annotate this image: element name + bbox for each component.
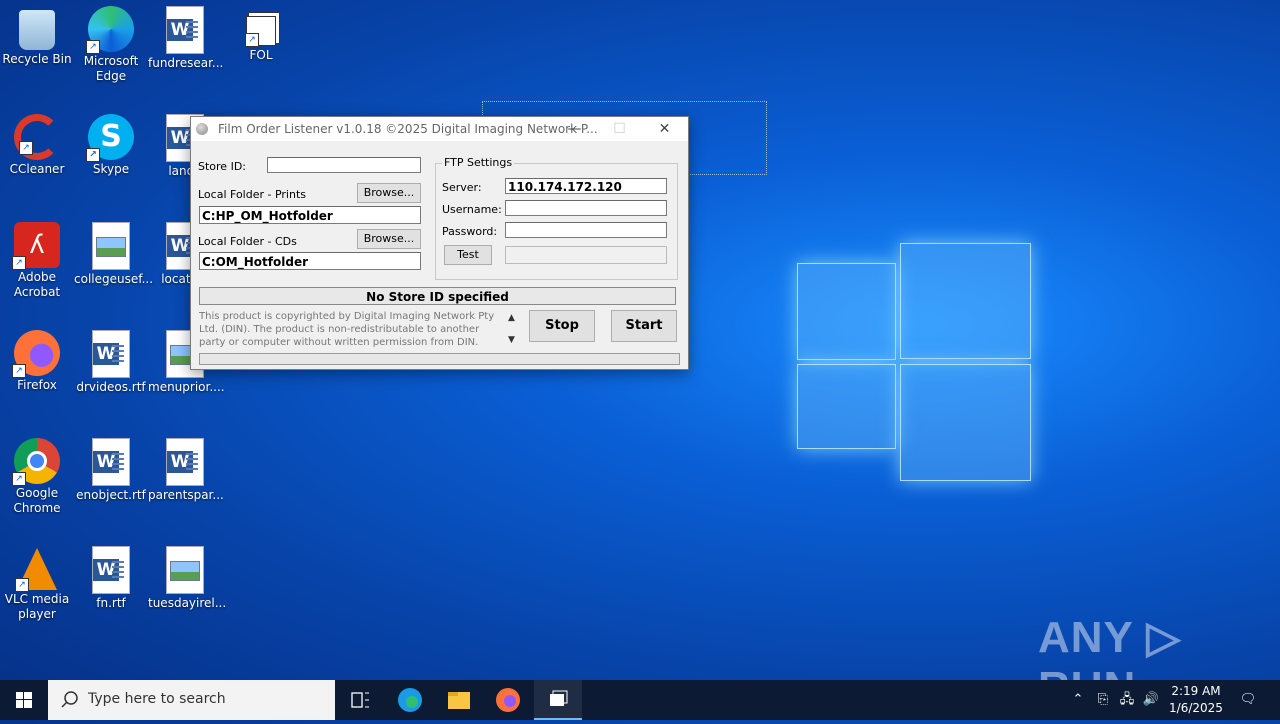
clock-date: 1/6/2025 <box>1169 701 1223 715</box>
shortcut-arrow-icon: ↗ <box>12 364 26 378</box>
windows-start-icon <box>16 692 32 708</box>
task-view-icon <box>351 692 369 708</box>
film-order-listener-window: Film Order Listener v1.0.18 ©2025 Digita… <box>190 116 689 370</box>
minimize-button[interactable]: — <box>552 117 597 141</box>
word-document-icon: W <box>166 438 204 486</box>
clock-time: 2:19 AM <box>1171 684 1221 698</box>
desktop-icon-microsoft-edge[interactable]: ↗ Microsoft Edge <box>74 0 148 84</box>
prints-folder-input[interactable]: C:HP_OM_Hotfolder <box>199 206 421 224</box>
ftp-settings-title: FTP Settings <box>442 156 515 169</box>
shortcut-arrow-icon: ↗ <box>15 578 29 592</box>
edge-icon: ↗ <box>86 6 134 54</box>
maximize-button[interactable]: ☐ <box>597 117 642 141</box>
desktop-icon-parentspar[interactable]: W parentspar... <box>148 432 224 503</box>
volume-icon[interactable]: 🔊 <box>1140 680 1162 720</box>
store-id-input[interactable] <box>267 157 421 173</box>
shortcut-arrow-icon: ↗ <box>86 148 100 162</box>
scroll-up-arrow-icon[interactable]: ▲ <box>508 313 515 323</box>
server-input[interactable]: 110.174.172.120 <box>505 178 667 194</box>
desktop-icon-drvideos[interactable]: W drvideos.rtf <box>74 324 148 395</box>
tray-overflow-chevron-icon[interactable]: ⌃ <box>1068 680 1088 720</box>
taskbar-file-explorer-button[interactable] <box>435 680 483 720</box>
word-document-icon: W <box>92 546 130 594</box>
desktop-icon-adobe-acrobat[interactable]: ʎ ↗ Adobe Acrobat <box>0 216 74 300</box>
username-label: Username: <box>442 203 502 216</box>
copyright-text: This product is copyrighted by Digital I… <box>199 311 495 348</box>
firefox-icon: ↗ <box>12 330 60 378</box>
desktop-icon-fundresear[interactable]: W fundresear... <box>148 0 223 71</box>
taskbar-edge-button[interactable] <box>386 680 434 720</box>
shortcut-arrow-icon: ↗ <box>12 472 26 486</box>
password-label: Password: <box>442 225 498 238</box>
prints-folder-label: Local Folder - Prints <box>198 188 306 201</box>
browse-cds-button[interactable]: Browse... <box>357 229 421 249</box>
ccleaner-icon: ↗ <box>14 114 60 160</box>
tray-device-icon[interactable]: ⎘ <box>1093 680 1113 720</box>
shortcut-arrow-icon: ↗ <box>86 40 100 54</box>
desktop-icon-recycle-bin[interactable]: Recycle Bin <box>0 0 74 67</box>
taskbar: Type here to search ⌃ ⎘ 🖧 🔊 2:19 AM 1/6/… <box>0 680 1280 720</box>
password-input[interactable] <box>505 222 667 238</box>
recycle-bin-icon <box>19 10 55 50</box>
window-title: Film Order Listener v1.0.18 ©2025 Digita… <box>218 122 598 136</box>
shortcut-arrow-icon: ↗ <box>12 256 26 270</box>
notifications-icon[interactable]: 🗨 <box>1234 680 1262 720</box>
task-view-button[interactable] <box>336 680 384 720</box>
desktop-icon-enobject[interactable]: W enobject.rtf <box>74 432 148 503</box>
cds-folder-input[interactable]: C:OM_Hotfolder <box>199 252 421 270</box>
desktop-icon-google-chrome[interactable]: ↗ Google Chrome <box>0 432 74 516</box>
word-document-icon: W <box>92 330 130 378</box>
taskbar-firefox-button[interactable] <box>484 680 532 720</box>
close-button[interactable]: ✕ <box>642 117 687 141</box>
search-icon <box>61 691 78 708</box>
desktop-icon-fol[interactable]: ↗ FOL <box>224 0 298 63</box>
acrobat-icon: ʎ ↗ <box>12 222 60 270</box>
scroll-down-arrow-icon[interactable]: ▼ <box>508 335 515 345</box>
system-clock[interactable]: 2:19 AM 1/6/2025 <box>1166 683 1226 717</box>
progress-bar <box>199 353 680 365</box>
status-bar: No Store ID specified <box>199 287 676 305</box>
fol-app-icon: ↗ <box>245 16 276 47</box>
fol-app-icon <box>550 690 568 706</box>
chrome-icon: ↗ <box>12 438 60 486</box>
image-document-icon <box>92 222 130 270</box>
vlc-icon: ↗ <box>15 548 57 592</box>
network-icon[interactable]: 🖧 <box>1116 680 1138 720</box>
firefox-icon <box>496 688 520 712</box>
desktop-icon-fn[interactable]: W fn.rtf <box>74 540 148 611</box>
folder-icon <box>448 692 470 709</box>
server-label: Server: <box>442 181 482 194</box>
test-button[interactable]: Test <box>444 245 492 265</box>
browse-prints-button[interactable]: Browse... <box>357 183 421 203</box>
start-button[interactable] <box>0 680 48 720</box>
start-button[interactable]: Start <box>611 310 677 342</box>
shortcut-arrow-icon: ↗ <box>245 33 259 47</box>
edge-icon <box>398 688 422 712</box>
cds-folder-label: Local Folder - CDs <box>198 235 297 248</box>
image-document-icon <box>166 546 204 594</box>
desktop-icon-ccleaner[interactable]: ↗ CCleaner <box>0 108 74 177</box>
store-id-label: Store ID: <box>198 160 246 173</box>
username-input[interactable] <box>505 200 667 216</box>
windows-logo-wallpaper <box>797 243 1031 481</box>
app-icon <box>196 123 208 135</box>
stop-button[interactable]: Stop <box>529 310 595 342</box>
desktop-icon-vlc[interactable]: ↗ VLC media player <box>0 540 74 622</box>
test-result-field <box>505 246 667 264</box>
taskbar-search-box[interactable]: Type here to search <box>48 680 335 720</box>
desktop-icon-firefox[interactable]: ↗ Firefox <box>0 324 74 393</box>
window-titlebar[interactable]: Film Order Listener v1.0.18 ©2025 Digita… <box>191 117 688 141</box>
desktop-icon-tuesdayirel[interactable]: tuesdayirel... <box>148 540 226 611</box>
skype-icon: S ↗ <box>86 114 134 162</box>
taskbar-fol-button[interactable] <box>534 680 582 720</box>
desktop-icon-skype[interactable]: S ↗ Skype <box>74 108 148 177</box>
shortcut-arrow-icon: ↗ <box>19 141 33 155</box>
word-document-icon: W <box>166 6 204 54</box>
word-document-icon: W <box>92 438 130 486</box>
desktop-icon-collegeusef[interactable]: collegeusef... <box>74 216 153 287</box>
search-placeholder: Type here to search <box>88 691 226 707</box>
